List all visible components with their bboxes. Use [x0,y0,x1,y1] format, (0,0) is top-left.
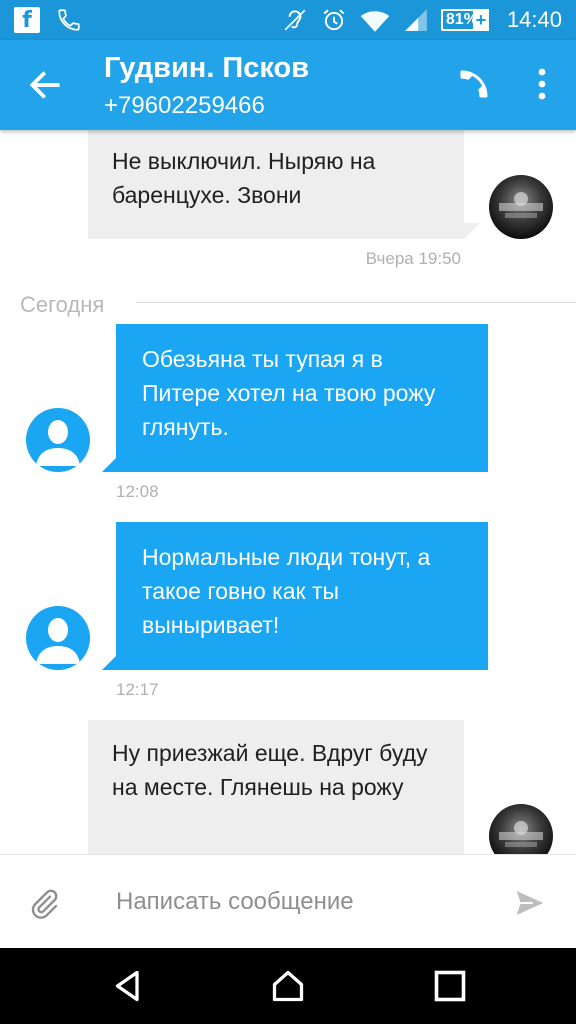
wifi-icon [360,11,390,32]
message-timestamp: 12:08 [116,482,159,501]
status-bar-system: 81% + 14:40 [281,7,562,33]
charging-icon: + [472,9,489,31]
incoming-message-bubble[interactable]: Ну приезжай еще. Вдруг буду на месте. Гл… [88,720,464,854]
message-timestamp: Вчера 19:50 [365,249,461,268]
user-avatar[interactable] [26,606,90,670]
nav-back-icon[interactable] [110,968,146,1004]
phone-icon [58,9,80,31]
incoming-message-bubble[interactable]: Не выключил. Ныряю на баренцухе. Звони [88,130,464,239]
status-bar-notifications: f [14,7,82,33]
user-avatar[interactable] [26,408,90,472]
bubble-tail [464,223,480,239]
date-separator: Сегодня [20,292,105,317]
message-text: Не выключил. Ныряю на баренцухе. Звони [112,148,376,208]
outgoing-message-bubble[interactable]: Нормальные люди тонут, а такое говно как… [116,522,488,670]
avatar-image [499,821,543,847]
alarm-icon [323,9,345,31]
person-icon [36,618,80,664]
system-nav-bar [0,948,576,1024]
avatar-image [499,192,543,218]
message-list[interactable]: Не выключил. Ныряю на баренцухе. Звони В… [0,130,576,854]
outgoing-message-bubble[interactable]: Обезьяна ты тупая я в Питере хотел на тв… [116,324,488,472]
message-timestamp: 12:17 [116,680,159,699]
message-text: Ну приезжай еще. Вдруг буду на месте. Гл… [112,740,428,800]
message-input[interactable] [104,877,484,927]
attach-icon[interactable] [28,887,60,921]
date-separator-line [136,302,576,303]
contact-name: Гудвин. Псков [104,52,310,84]
message-text: Нормальные люди тонут, а такое говно как… [142,544,431,638]
message-text: Обезьяна ты тупая я в Питере хотел на тв… [142,346,436,440]
bubble-tail [102,458,116,472]
nav-home-icon[interactable] [270,968,306,1004]
nav-recent-apps-icon[interactable] [432,968,468,1004]
contact-avatar[interactable] [489,804,553,854]
signal-icon [405,9,427,31]
call-icon[interactable] [456,66,492,102]
back-arrow-icon[interactable] [26,66,64,104]
status-bar-time: 14:40 [506,7,562,32]
more-options-icon[interactable] [530,66,554,102]
contact-phone: +79602259466 [104,92,265,119]
chat-header: Гудвин. Псков +79602259466 [0,40,576,130]
status-bar: f 81% + 14:40 [0,0,576,40]
person-icon [36,420,80,466]
message-composer [0,854,576,948]
facebook-icon: f [14,7,40,33]
hearing-aid-icon [284,9,306,31]
bubble-tail [102,656,116,670]
contact-avatar[interactable] [489,175,553,239]
send-icon[interactable] [512,887,548,919]
